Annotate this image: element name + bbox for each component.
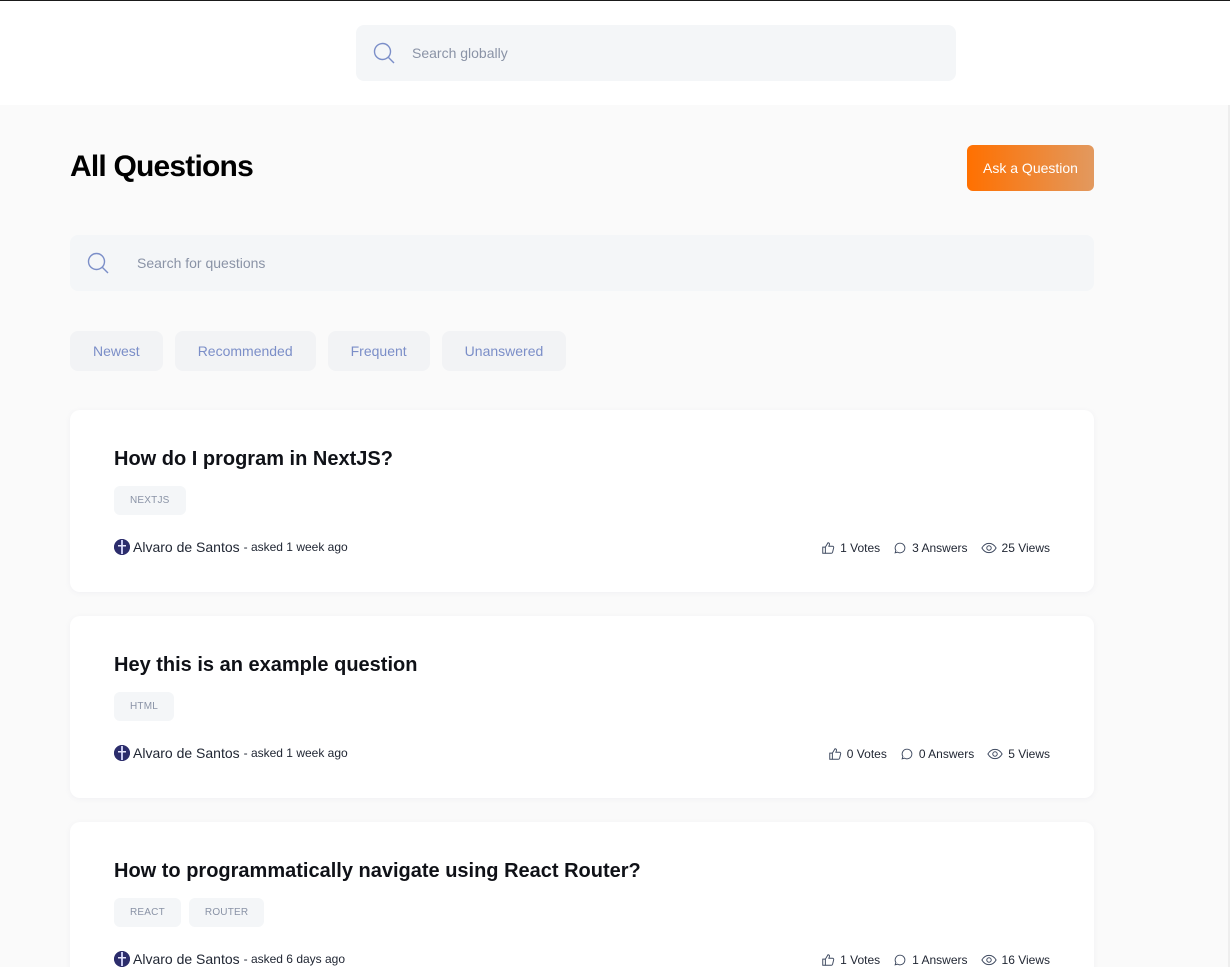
message-icon [894, 542, 906, 554]
question-metrics: 1 Votes 1 Answers 16 Views [808, 951, 1050, 967]
answers-metric: 1 Answers [893, 953, 968, 967]
author-name[interactable]: Alvaro de Santos [133, 951, 240, 967]
thumbs-up-icon [822, 954, 835, 966]
views-count: 16 Views [1001, 953, 1050, 967]
answers-metric: 3 Answers [893, 541, 968, 555]
question-search-input[interactable] [137, 253, 1037, 273]
global-search-input[interactable] [412, 43, 932, 63]
question-card: How to programmatically navigate using R… [70, 822, 1094, 967]
tag-badge[interactable]: NEXTJS [114, 486, 186, 515]
answers-metric: 0 Answers [900, 747, 974, 761]
asked-time: - asked 1 week ago [243, 746, 348, 760]
tag-badge[interactable]: HTML [114, 692, 175, 721]
votes-metric: 1 Votes [821, 953, 880, 967]
author-info: Alvaro de Santos - asked 6 days ago [114, 951, 345, 967]
filter-tabs: Newest Recommended Frequent Unanswered [70, 331, 567, 371]
thumbs-up-icon [822, 542, 835, 554]
eye-icon [980, 954, 997, 966]
author-info: Alvaro de Santos - asked 1 week ago [114, 539, 348, 555]
question-metrics: 0 Votes 0 Answers 5 Views [815, 745, 1050, 763]
top-header [0, 1, 1230, 105]
tag-badge[interactable]: REACT [114, 898, 181, 927]
avatar[interactable] [114, 539, 130, 555]
author-info: Alvaro de Santos - asked 1 week ago [114, 745, 348, 761]
answers-count: 0 Answers [918, 747, 975, 761]
avatar[interactable] [114, 951, 130, 967]
views-metric: 25 Views [980, 541, 1050, 555]
avatar[interactable] [114, 745, 130, 761]
votes-count: 0 Votes [846, 747, 887, 761]
question-search-bar[interactable] [70, 235, 1094, 291]
tag-list: HTML [114, 692, 175, 721]
filter-frequent[interactable]: Frequent [327, 331, 430, 371]
thumbs-up-icon [829, 748, 841, 760]
eye-icon [987, 748, 1003, 760]
question-metrics: 1 Votes 3 Answers 25 Views [808, 539, 1050, 557]
answers-count: 3 Answers [912, 541, 968, 555]
filter-recommended[interactable]: Recommended [174, 331, 316, 371]
message-icon [894, 954, 906, 966]
question-card: Hey this is an example question HTML Alv… [70, 616, 1094, 798]
search-icon [373, 42, 395, 64]
votes-count: 1 Votes [840, 953, 881, 967]
asked-time: - asked 6 days ago [243, 952, 346, 966]
question-title[interactable]: How do I program in NextJS? [114, 448, 393, 471]
question-card: How do I program in NextJS? NEXTJS Alvar… [70, 410, 1094, 592]
views-count: 5 Views [1008, 747, 1050, 761]
asked-time: - asked 1 week ago [243, 540, 348, 554]
search-icon [87, 252, 109, 274]
eye-icon [980, 542, 997, 554]
tag-list: REACT ROUTER [114, 898, 265, 927]
votes-metric: 1 Votes [821, 541, 880, 555]
question-title[interactable]: Hey this is an example question [114, 654, 417, 677]
views-count: 25 Views [1001, 541, 1050, 555]
ask-question-button[interactable]: Ask a Question [967, 145, 1094, 191]
page-title: All Questions [70, 150, 254, 183]
question-title[interactable]: How to programmatically navigate using R… [114, 860, 641, 883]
author-name[interactable]: Alvaro de Santos [133, 539, 240, 555]
views-metric: 16 Views [980, 953, 1050, 967]
message-icon [901, 748, 913, 760]
votes-count: 1 Votes [840, 541, 881, 555]
tag-badge[interactable]: ROUTER [188, 898, 265, 927]
views-metric: 5 Views [987, 747, 1050, 761]
filter-unanswered[interactable]: Unanswered [441, 331, 567, 371]
global-search-bar[interactable] [356, 25, 956, 81]
filter-newest[interactable]: Newest [70, 331, 163, 371]
answers-count: 1 Answers [912, 953, 968, 967]
tag-list: NEXTJS [114, 486, 186, 515]
votes-metric: 0 Votes [828, 747, 887, 761]
author-name[interactable]: Alvaro de Santos [133, 745, 240, 761]
